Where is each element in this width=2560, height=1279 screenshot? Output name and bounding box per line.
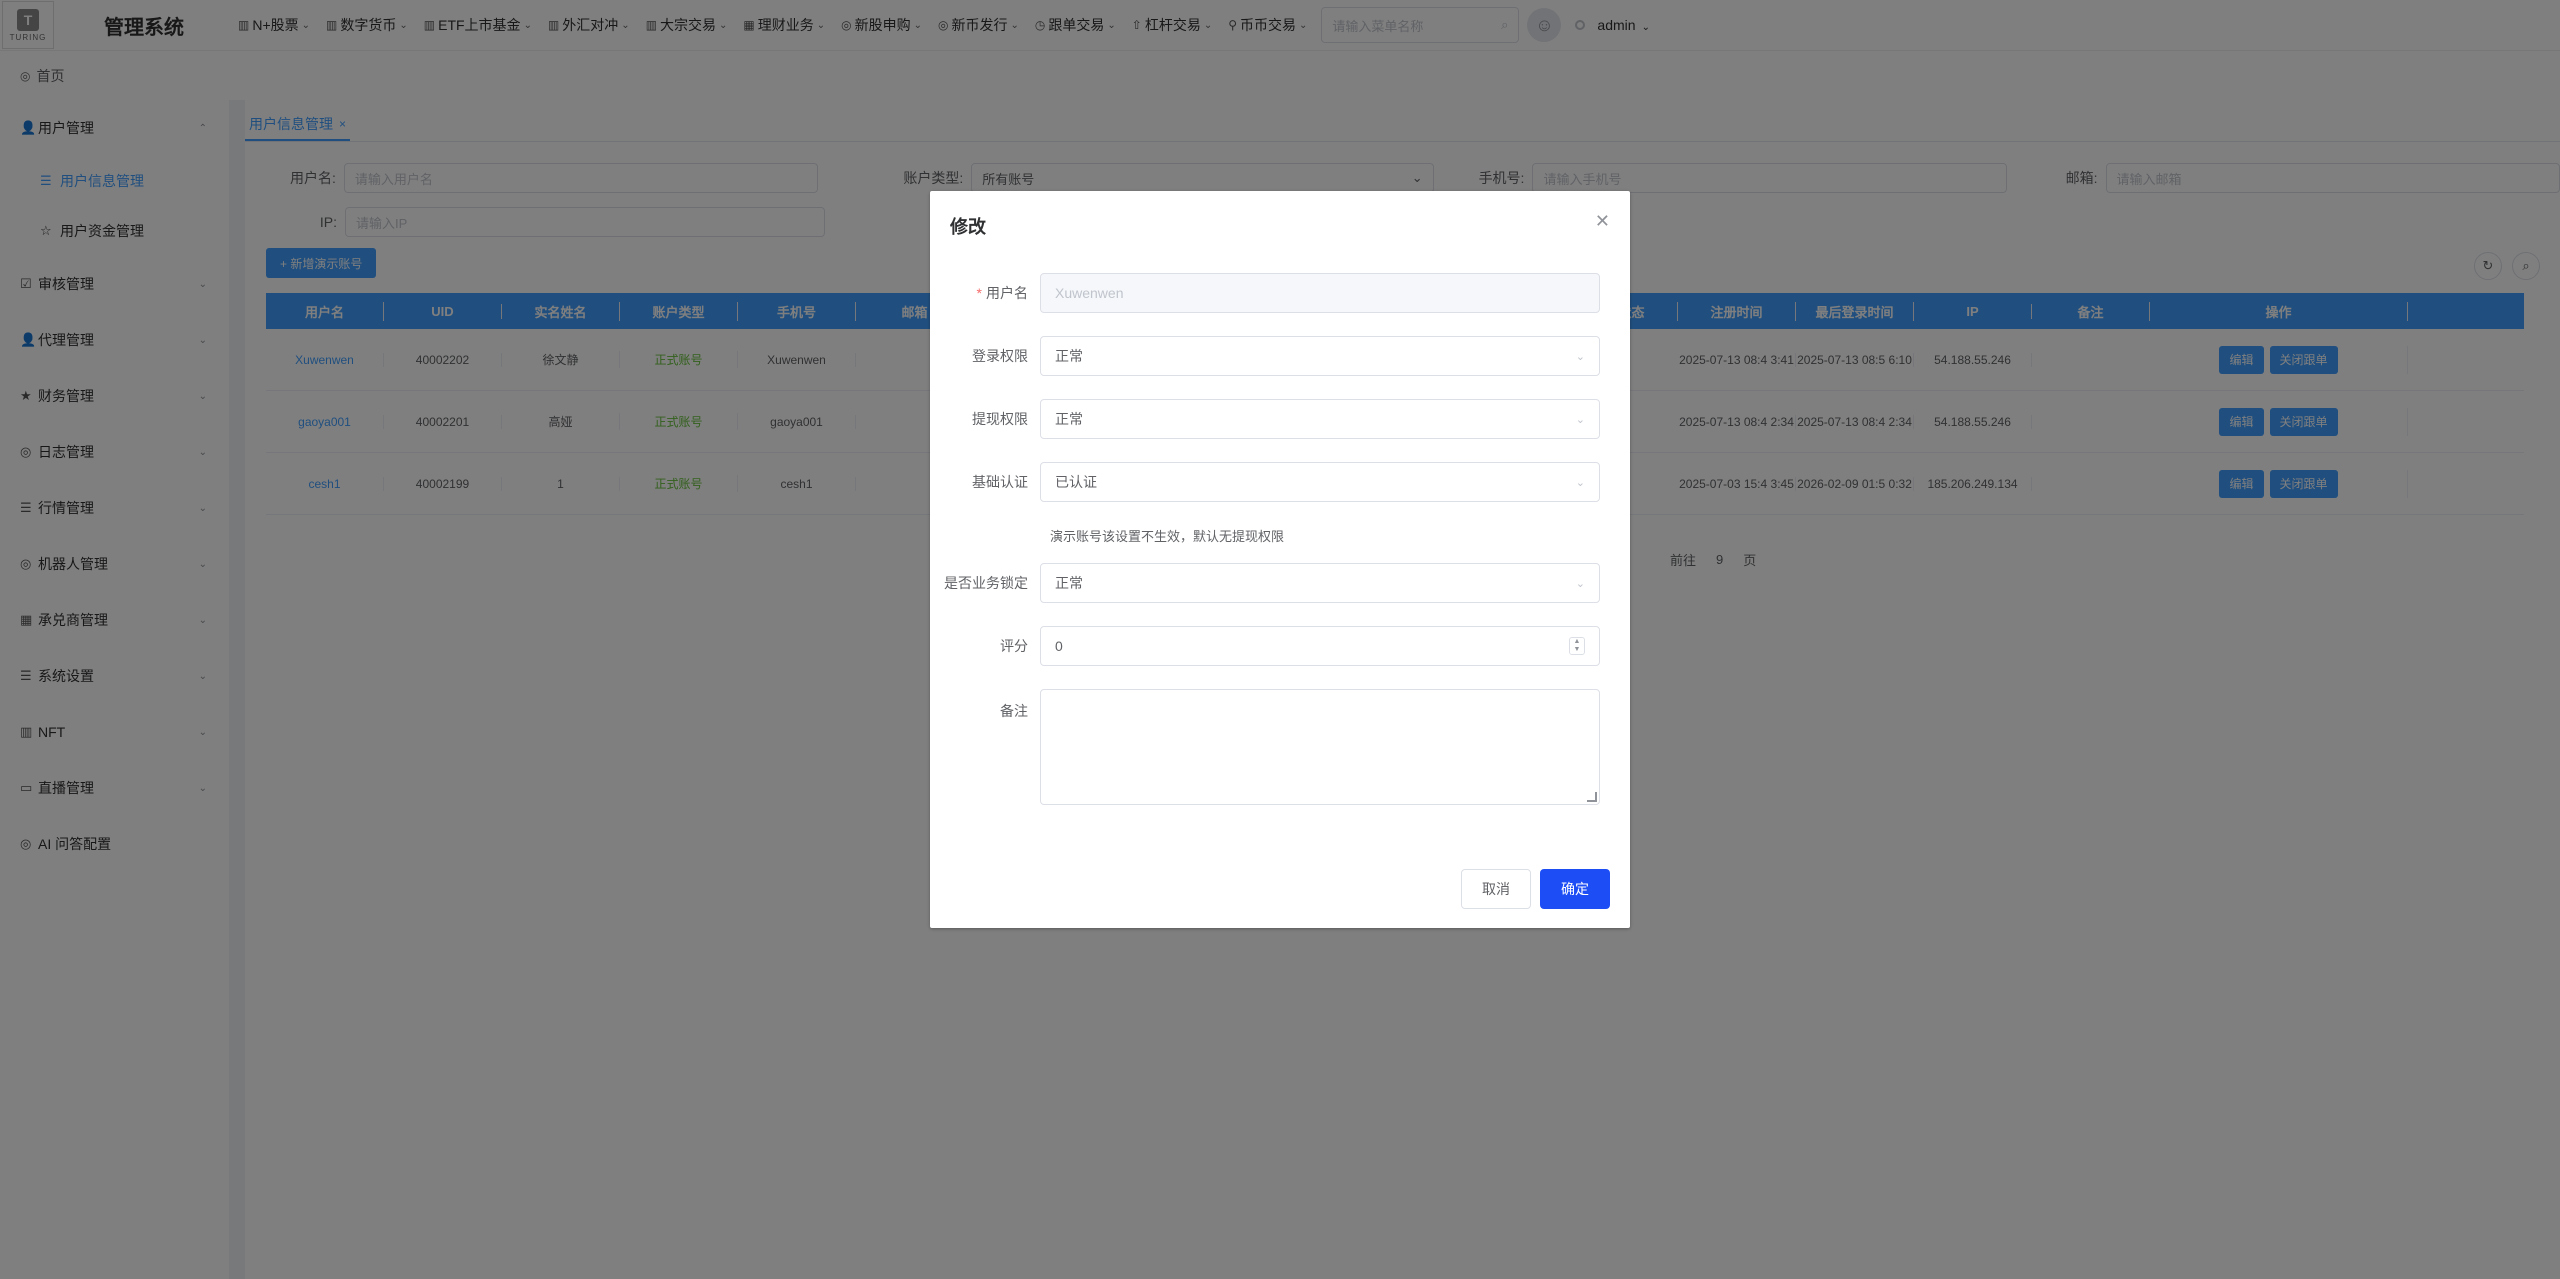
- close-icon[interactable]: ✕: [1595, 211, 1610, 232]
- business-lock-label: 是否业务锁定: [944, 575, 1028, 591]
- form-item-business-lock: 是否业务锁定 正常 ⌄: [930, 563, 1630, 603]
- edit-user-dialog: 修改 ✕ * 用户名 Xuwenwen 登录权限 正常 ⌄ 提现权限 正常 ⌄ 基础认…: [930, 191, 1630, 928]
- dialog-title: 修改: [950, 217, 986, 237]
- note-label: 备注: [1000, 703, 1028, 719]
- username-field: Xuwenwen: [1040, 273, 1600, 313]
- basic-auth-select[interactable]: 已认证 ⌄: [1040, 462, 1600, 502]
- form-item-note: 备注: [930, 689, 1630, 805]
- cancel-button[interactable]: 取消: [1461, 869, 1531, 909]
- form-item-score: 评分 0 ▲ ▼: [930, 626, 1630, 666]
- resize-handle-icon[interactable]: [1587, 792, 1597, 802]
- form-item-withdraw-permission: 提现权限 正常 ⌄: [930, 399, 1630, 439]
- chevron-down-icon: ⌄: [1575, 413, 1585, 426]
- required-mark: *: [976, 285, 982, 301]
- business-lock-select[interactable]: 正常 ⌄: [1040, 563, 1600, 603]
- score-input[interactable]: 0 ▲ ▼: [1040, 626, 1600, 666]
- note-textarea[interactable]: [1040, 689, 1600, 805]
- score-label: 评分: [1000, 638, 1028, 654]
- chevron-down-icon: ⌄: [1575, 350, 1585, 363]
- withdraw-permission-label: 提现权限: [972, 411, 1028, 427]
- demo-account-hint: 演示账号该设置不生效，默认无提现权限: [1050, 529, 1285, 544]
- username-label: * 用户名: [976, 285, 1028, 301]
- form-item-basic-auth: 基础认证 已认证 ⌄: [930, 462, 1630, 502]
- withdraw-permission-select[interactable]: 正常 ⌄: [1040, 399, 1600, 439]
- chevron-down-icon: ⌄: [1575, 476, 1585, 489]
- number-stepper-icon[interactable]: ▲ ▼: [1569, 637, 1585, 655]
- form-item-username: * 用户名 Xuwenwen: [930, 273, 1630, 313]
- chevron-down-icon: ⌄: [1575, 577, 1585, 590]
- login-permission-label: 登录权限: [972, 348, 1028, 364]
- basic-auth-label: 基础认证: [972, 474, 1028, 490]
- confirm-button[interactable]: 确定: [1540, 869, 1610, 909]
- login-permission-select[interactable]: 正常 ⌄: [1040, 336, 1600, 376]
- form-item-login-permission: 登录权限 正常 ⌄: [930, 336, 1630, 376]
